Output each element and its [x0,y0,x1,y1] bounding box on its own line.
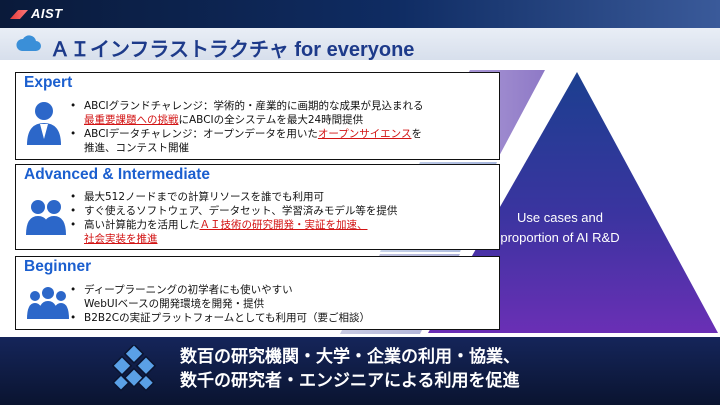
beginner-bullet-1-cont: WebUIベースの開発環境を開発・提供 [84,298,265,310]
expert-person-icon [27,102,61,145]
advanced-bullet-3-cont: 社会実装を推進 [84,233,158,245]
beginner-heading: Beginner [24,258,92,275]
expert-heading: Expert [24,74,73,91]
expert-bullet-1: • ABCIグランドチャレンジ：学術的・産業的に画期的な成果が見込まれる [70,100,424,112]
advanced-bullet-1: • 最大512ノードまでの計算リソースを誰でも利用可 [70,191,325,203]
two-people-icon [26,200,66,235]
beginner-box: Beginner • ディープラーニングの初学者にも使いやすい WebUIベースの… [15,256,500,330]
advanced-box: Advanced & Intermediate • 最大512ノードまでの計算リソ… [15,164,500,250]
advanced-bullet-2: • すぐ使えるソフトウェア、データセット、学習済みモデル等を提供 [70,205,398,217]
expert-bullet-2: • ABCIデータチャレンジ：オープンデータを用いたオープンサイエンスを [70,128,422,140]
advanced-heading: Advanced & Intermediate [24,166,211,183]
beginner-bullet-2: • B2B2Cの実証プラットフォームとしても利用可（要ご相談） [70,312,370,324]
expert-box: Expert • ABCIグランドチャレンジ：学術的・産業的に画期的な成果が見込ま… [15,72,500,160]
pyramid-label: Use cases and proportion of AI R&D [500,210,620,245]
beginner-bullet-1: • ディープラーニングの初学者にも使いやすい [70,284,293,296]
group-people-icon [27,287,69,319]
advanced-bullet-3: • 高い計算能力を活用したＡＩ技術の研究開発・実証を加速、 [70,219,368,231]
puzzle-icon [111,345,157,392]
expert-bullet-2-cont: 推進、コンテスト開催 [84,142,189,154]
footer-message: 数百の研究機関・大学・企業の利用・協業、 数千の研究者・エンジニアによる利用を促… [180,347,520,391]
expert-bullet-1-cont: 最重要課題への挑戦にABCIの全システムを最大24時間提供 [84,114,364,126]
